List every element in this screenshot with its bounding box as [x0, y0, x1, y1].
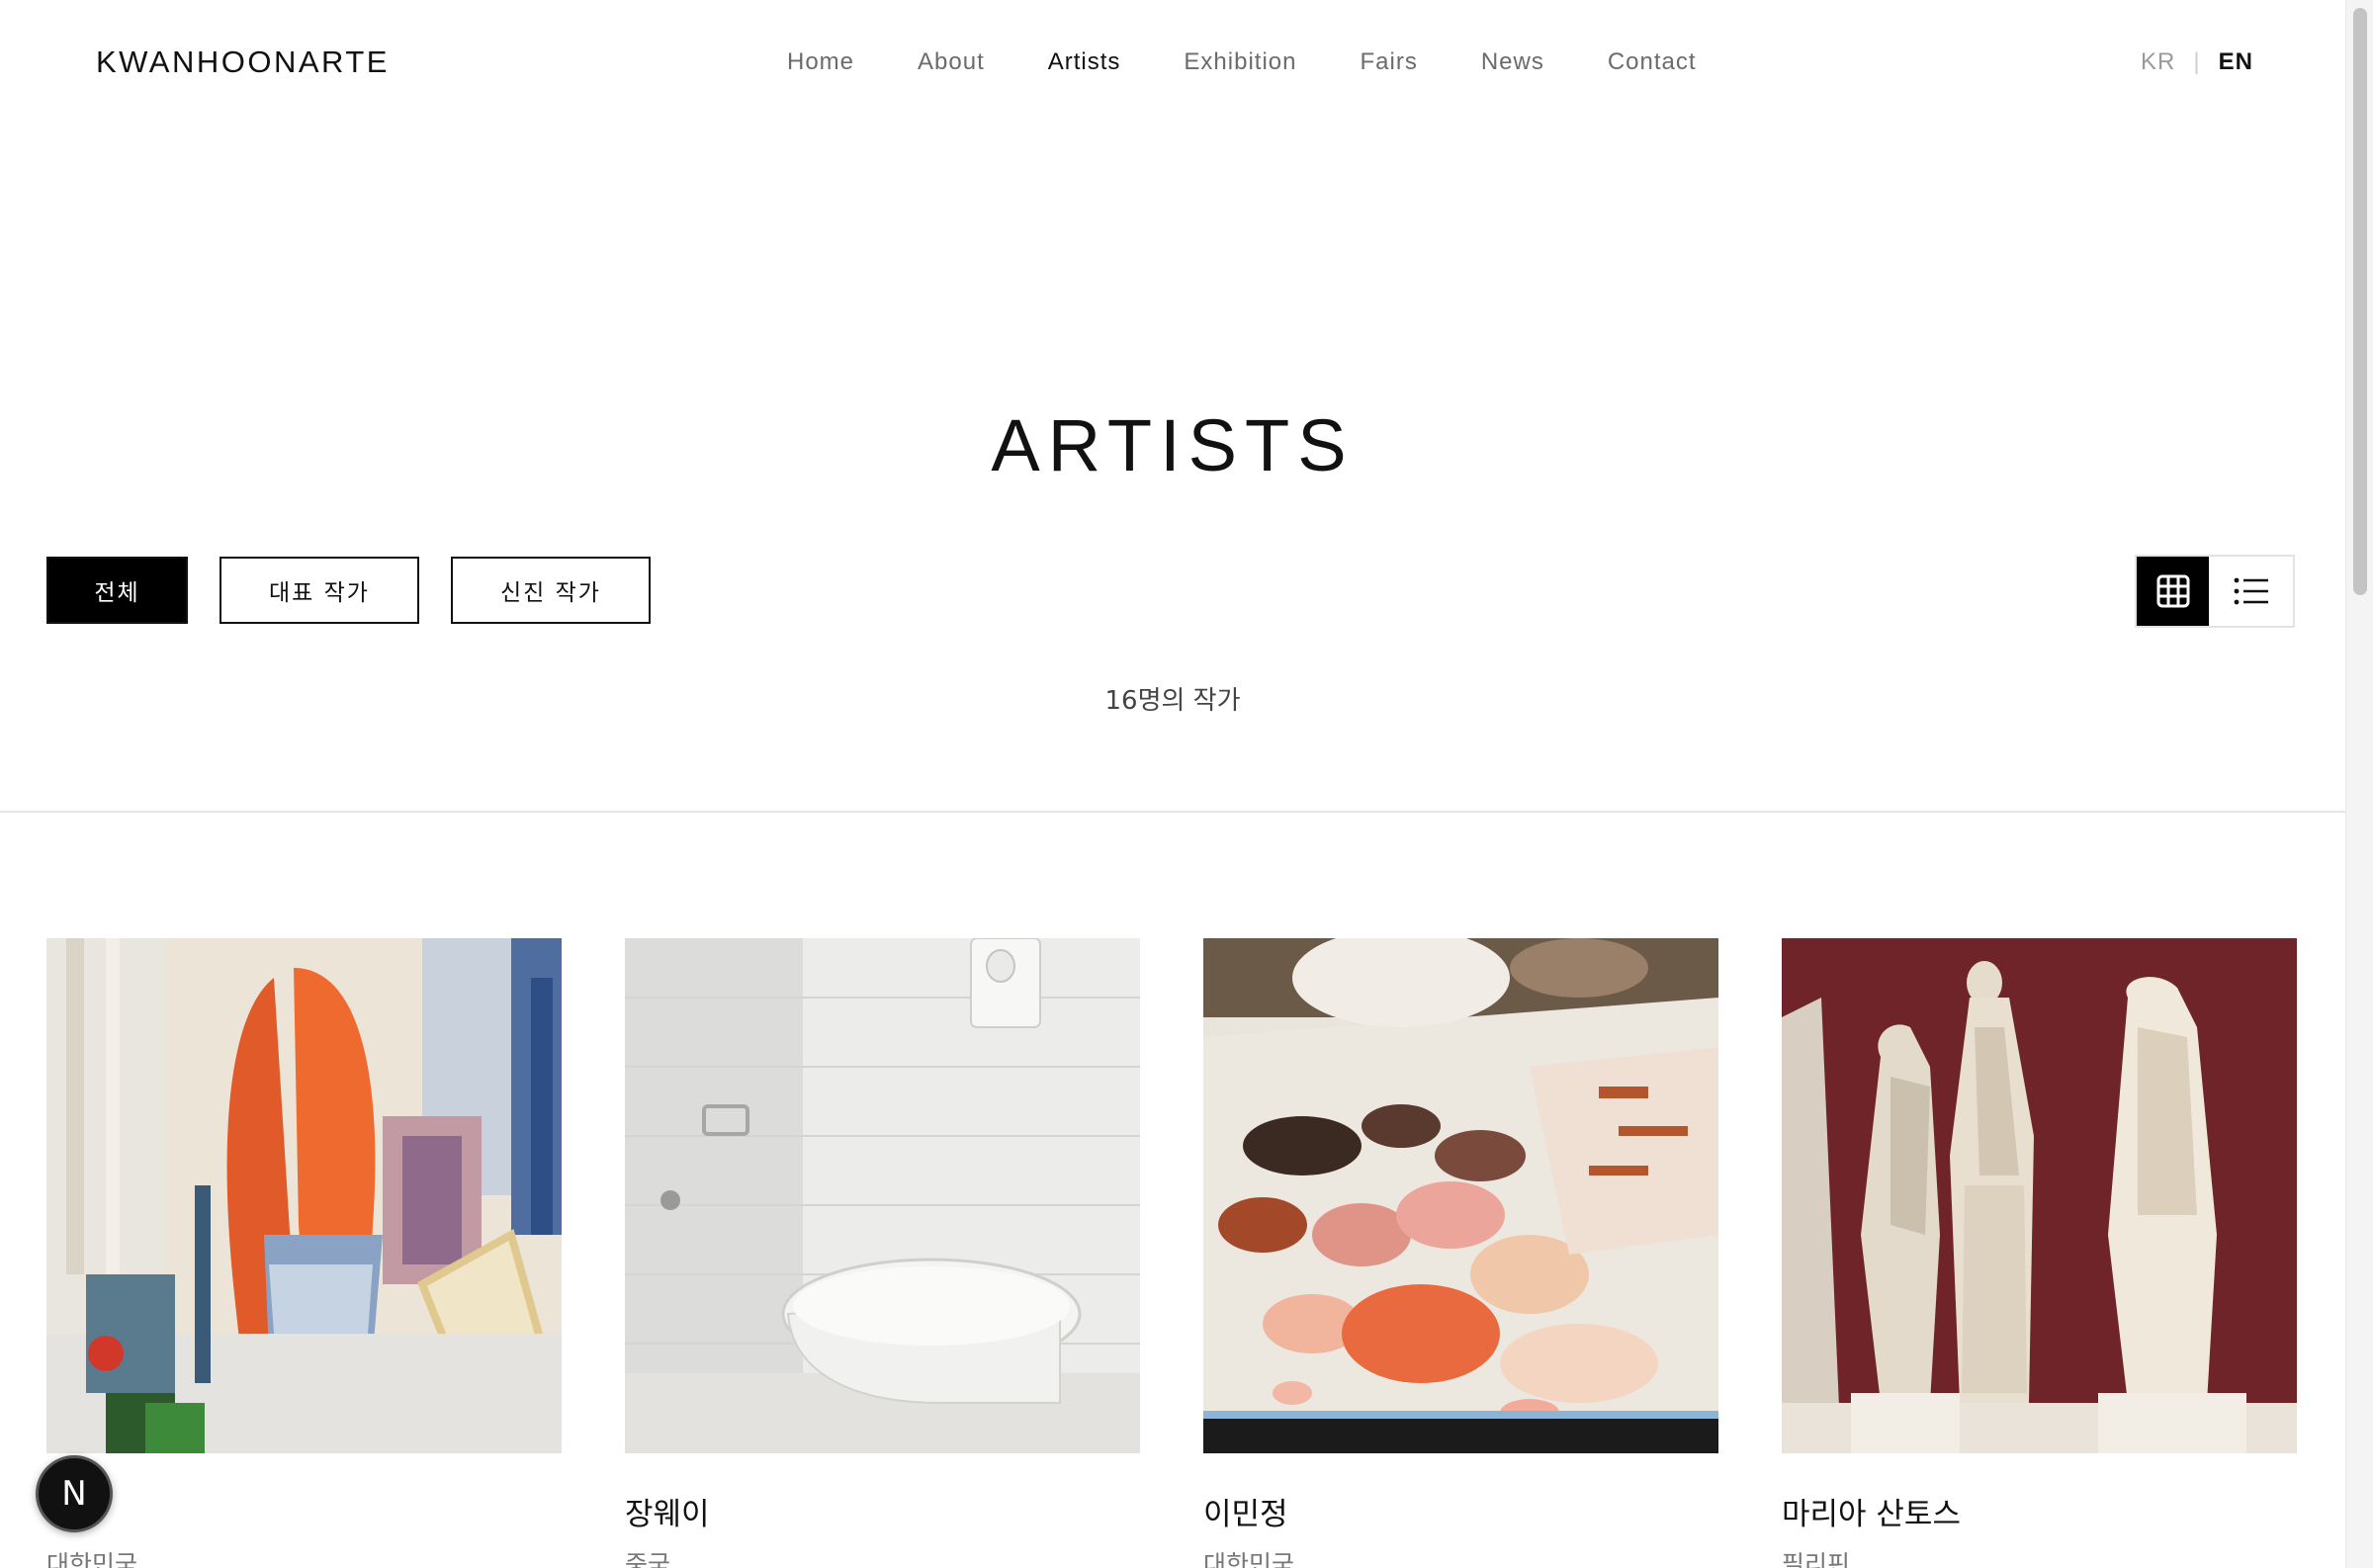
filter-group: 전체 대표 작가 신진 작가	[46, 557, 651, 624]
main-nav: Home About Artists Exhibition Fairs News…	[787, 48, 1697, 76]
nav-artists[interactable]: Artists	[1048, 48, 1121, 76]
scrollbar-thumb[interactable]	[2353, 8, 2367, 595]
grid-icon	[2156, 574, 2190, 608]
list-view-button[interactable]	[2209, 557, 2293, 626]
artist-card[interactable]: 이민정 대한민국	[1203, 938, 1718, 1568]
nav-fairs[interactable]: Fairs	[1360, 48, 1417, 76]
artist-country: 중국	[625, 1550, 671, 1568]
grid-view-button[interactable]	[2137, 557, 2210, 626]
bathroom-image	[625, 938, 1140, 1453]
artist-country: 필리핀	[1782, 1550, 1851, 1568]
artist-name[interactable]: 이민정	[1203, 1489, 1718, 1533]
filter-all-button[interactable]: 전체	[46, 557, 188, 624]
artist-image[interactable]	[1782, 938, 2297, 1453]
filter-representative-button[interactable]: 대표 작가	[220, 557, 419, 624]
nav-news[interactable]: News	[1481, 48, 1544, 76]
artist-image[interactable]	[1203, 938, 1718, 1453]
lang-kr[interactable]: KR	[2141, 48, 2175, 76]
marble-statues-image	[1782, 938, 2297, 1453]
artist-name[interactable]: 마리아 산토스	[1782, 1489, 2297, 1533]
artist-card[interactable]: 장웨이 중국	[625, 938, 1140, 1568]
nav-contact[interactable]: Contact	[1608, 48, 1697, 76]
nav-about[interactable]: About	[918, 48, 985, 76]
artist-country: 대한민국	[46, 1550, 138, 1568]
artist-grid: 연 대한민국	[46, 938, 2297, 1568]
section-divider	[0, 811, 2345, 813]
lang-separator: |	[2193, 48, 2201, 75]
filter-emerging-button[interactable]: 신진 작가	[451, 557, 651, 624]
artist-image[interactable]	[625, 938, 1140, 1453]
page-title: ARTISTS	[991, 404, 1355, 486]
language-switch: KR | EN	[2141, 48, 2253, 76]
lang-en[interactable]: EN	[2219, 48, 2253, 76]
artist-name[interactable]: 연	[46, 1489, 562, 1533]
nav-home[interactable]: Home	[787, 48, 854, 76]
page-scrollbar[interactable]	[2345, 0, 2373, 1568]
artist-image[interactable]	[46, 938, 562, 1453]
artist-count: 16명의 작가	[1104, 686, 1241, 716]
site-logo[interactable]: KWANHOONARTE	[96, 44, 390, 80]
artist-card[interactable]: 연 대한민국	[46, 938, 562, 1568]
n-logo-icon[interactable]: N	[36, 1455, 113, 1532]
paint-palette-image	[1203, 938, 1718, 1453]
view-toggle	[2135, 555, 2295, 628]
nav-exhibition[interactable]: Exhibition	[1184, 48, 1296, 76]
artist-country: 대한민국	[1203, 1550, 1295, 1568]
artist-name[interactable]: 장웨이	[625, 1489, 1140, 1533]
artist-card[interactable]: 마리아 산토스 필리핀	[1782, 938, 2297, 1568]
site-header: KWANHOONARTE Home About Artists Exhibiti…	[0, 0, 2345, 129]
list-icon	[2234, 577, 2268, 605]
abstract-painting-image	[46, 938, 562, 1453]
